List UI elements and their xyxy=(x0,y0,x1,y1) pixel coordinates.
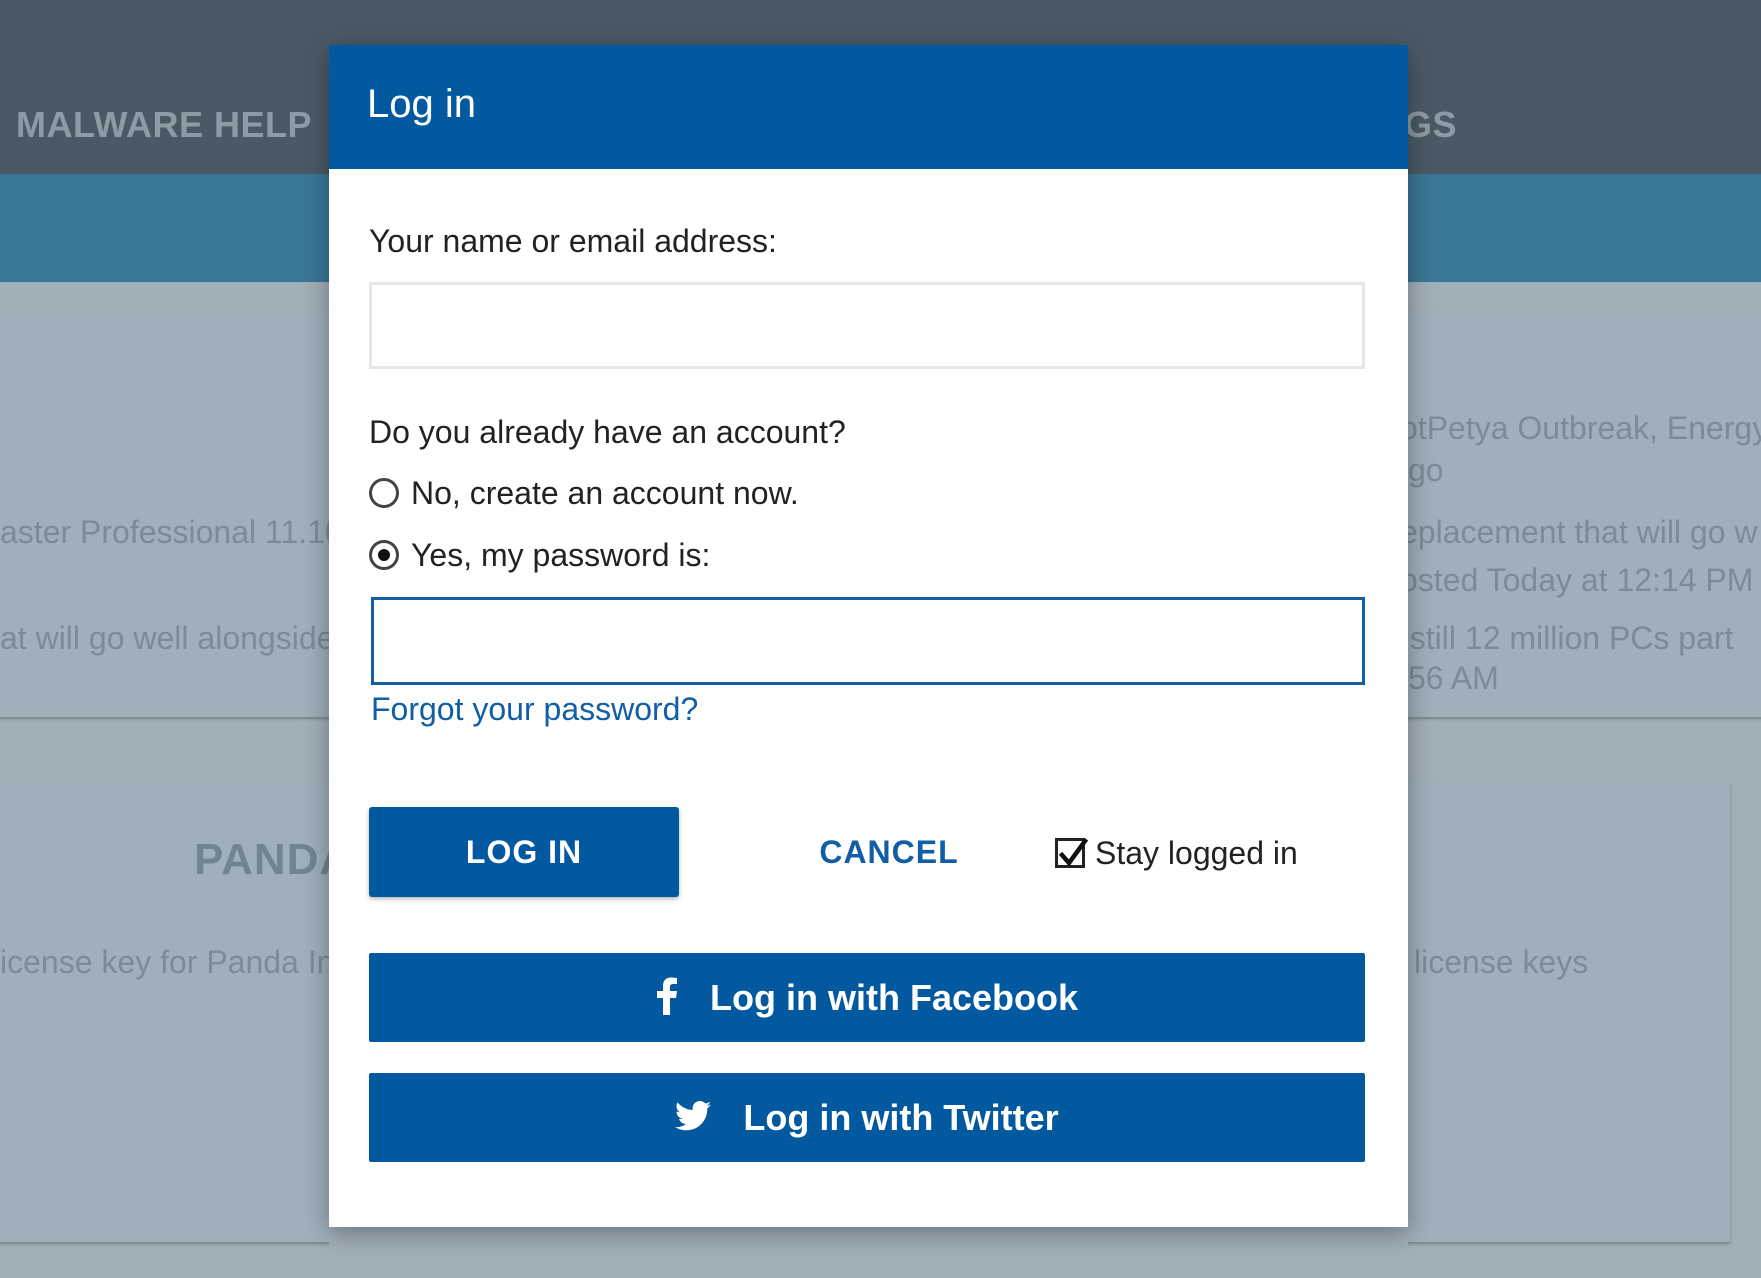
bg-panda-heading: PANDA xyxy=(194,835,329,884)
twitter-login-button[interactable]: Log in with Twitter xyxy=(369,1073,1365,1162)
radio-no-button[interactable] xyxy=(369,478,399,508)
twitter-icon xyxy=(675,1101,712,1134)
bg-right-line-5: , still 12 million PCs part xyxy=(1408,620,1734,656)
stay-logged-in-toggle[interactable]: Stay logged in xyxy=(1055,835,1298,871)
radio-no-label: No, create an account now. xyxy=(411,474,799,511)
bg-right-line-6: 56 AM xyxy=(1408,660,1499,696)
forgot-password-link[interactable]: Forgot your password? xyxy=(371,691,698,728)
bg-lower-right-text: license keys xyxy=(1414,944,1589,980)
modal-title: Log in xyxy=(367,82,476,126)
name-email-input[interactable] xyxy=(369,282,1365,369)
login-modal: Log in Your name or email address: Do yo… xyxy=(329,45,1408,1227)
name-email-label: Your name or email address: xyxy=(369,223,777,259)
bg-right-line-4: osted Today at 12:14 PM xyxy=(1408,562,1754,598)
bg-lower-left-text: icense key for Panda In xyxy=(0,944,329,980)
facebook-login-label: Log in with Facebook xyxy=(710,976,1078,1018)
bg-left-line-1: aster Professional 11.10 xyxy=(0,514,329,550)
radio-yes-label: Yes, my password is: xyxy=(411,536,711,573)
facebook-icon xyxy=(656,977,678,1018)
stay-logged-in-label: Stay logged in xyxy=(1095,834,1298,871)
bg-left-line-2: at will go well alongside xyxy=(0,620,329,656)
radio-option-no[interactable]: No, create an account now. xyxy=(369,473,799,513)
background-card-lower-right xyxy=(1408,782,1730,1242)
stay-logged-in-checkbox[interactable] xyxy=(1055,837,1089,868)
radio-yes-button[interactable] xyxy=(369,540,399,570)
bg-right-line-3: eplacement that will go w xyxy=(1408,514,1758,550)
background-right-column: otPetya Outbreak, Energy go eplacement t… xyxy=(1408,0,1761,1278)
cancel-button[interactable]: CANCEL xyxy=(769,807,1009,897)
twitter-login-label: Log in with Twitter xyxy=(743,1096,1059,1138)
bg-right-line-2: go xyxy=(1408,452,1444,488)
password-input[interactable] xyxy=(371,597,1365,685)
login-button[interactable]: LOG IN xyxy=(369,807,679,897)
bg-right-line-1: otPetya Outbreak, Energy xyxy=(1408,410,1761,446)
facebook-login-button[interactable]: Log in with Facebook xyxy=(369,953,1365,1042)
account-question-label: Do you already have an account? xyxy=(369,414,846,450)
background-left-column: aster Professional 11.10 at will go well… xyxy=(0,0,329,1278)
checkmark-icon xyxy=(1058,837,1089,867)
modal-header: Log in xyxy=(329,45,1408,169)
radio-option-yes[interactable]: Yes, my password is: xyxy=(369,535,710,575)
